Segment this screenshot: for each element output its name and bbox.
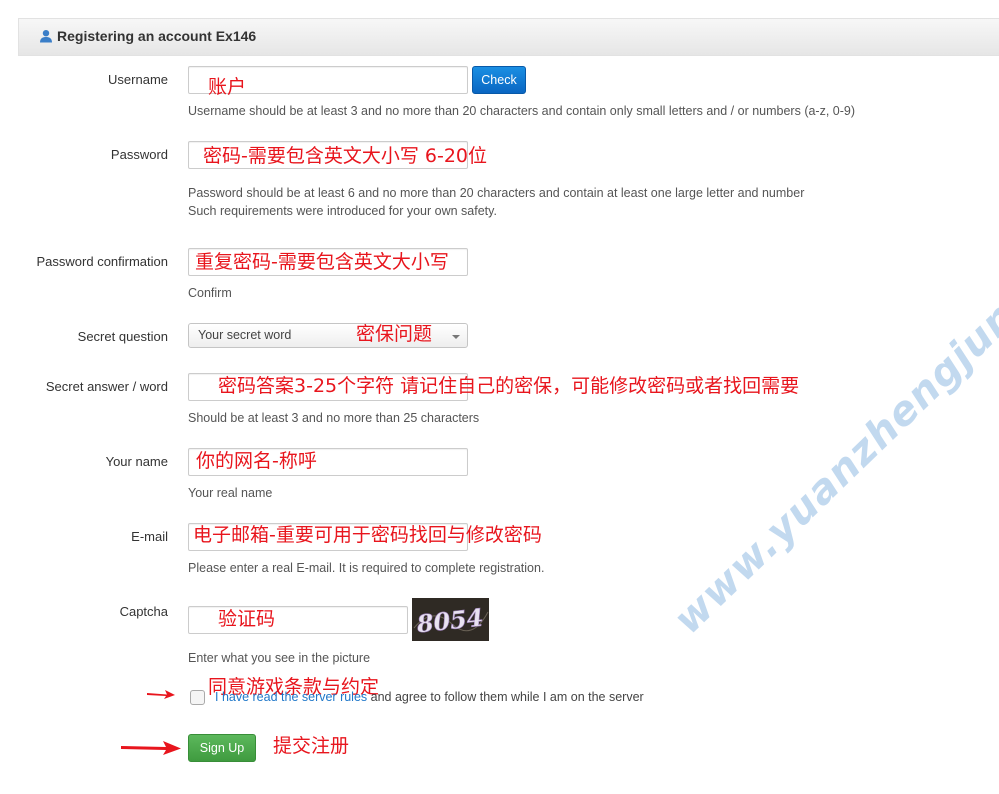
rules-text: I have read the server rules and agree t… <box>215 690 644 704</box>
your-name-help: Your real name <box>188 486 273 500</box>
password-confirm-help: Confirm <box>188 286 232 300</box>
arrow-icon <box>121 741 181 755</box>
email-annotation: 电子邮箱-重要可用于密码找回与修改密码 <box>193 524 542 546</box>
submit-annotation: 提交注册 <box>273 735 350 757</box>
password-confirm-annotation: 重复密码-需要包含英文大小写 <box>195 251 449 273</box>
check-button[interactable]: Check <box>472 66 526 94</box>
username-label: Username <box>108 72 168 87</box>
captcha-image: 8054 <box>412 598 489 641</box>
sign-up-button[interactable]: Sign Up <box>188 734 256 762</box>
panel-header: Registering an account Ex146 <box>18 18 999 56</box>
user-icon <box>40 30 52 43</box>
server-rules-link[interactable]: I have read the server rules <box>215 690 367 704</box>
secret-question-label: Secret question <box>77 329 168 344</box>
page-title: Registering an account Ex146 <box>57 28 257 44</box>
chevron-down-icon <box>452 335 460 339</box>
captcha-annotation: 验证码 <box>218 608 276 630</box>
your-name-annotation: 你的网名-称呼 <box>196 450 317 472</box>
your-name-label: Your name <box>105 454 168 469</box>
secret-answer-label: Secret answer / word <box>45 379 168 394</box>
username-annotation: 账户 <box>208 76 247 98</box>
captcha-label: Captcha <box>119 604 168 619</box>
secret-question-annotation: 密保问题 <box>356 323 433 345</box>
password-label: Password <box>110 147 168 162</box>
password-confirm-label: Password confirmation <box>36 254 169 269</box>
email-label: E-mail <box>131 529 168 544</box>
secret-question-value: Your secret word <box>198 328 292 342</box>
captcha-help: Enter what you see in the picture <box>188 651 371 665</box>
rules-checkbox[interactable] <box>190 690 205 705</box>
secret-answer-help: Should be at least 3 and no more than 25… <box>188 411 480 425</box>
secret-answer-annotation: 密码答案3-25个字符 请记住自己的密保，可能修改密码或者找回需要 <box>218 375 800 397</box>
password-help-safety: Such requirements were introduced for yo… <box>188 204 497 218</box>
password-annotation: 密码-需要包含英文大小写 6-20位 <box>203 145 488 167</box>
username-help: Username should be at least 3 and no mor… <box>188 104 856 118</box>
password-help: Password should be at least 6 and no mor… <box>188 186 805 200</box>
watermark: www.yuanzhengjun.xyz <box>665 227 999 644</box>
email-help: Please enter a real E-mail. It is requir… <box>188 561 545 575</box>
rules-agreement-text: and agree to follow them while I am on t… <box>367 690 644 704</box>
arrow-icon <box>147 690 175 699</box>
